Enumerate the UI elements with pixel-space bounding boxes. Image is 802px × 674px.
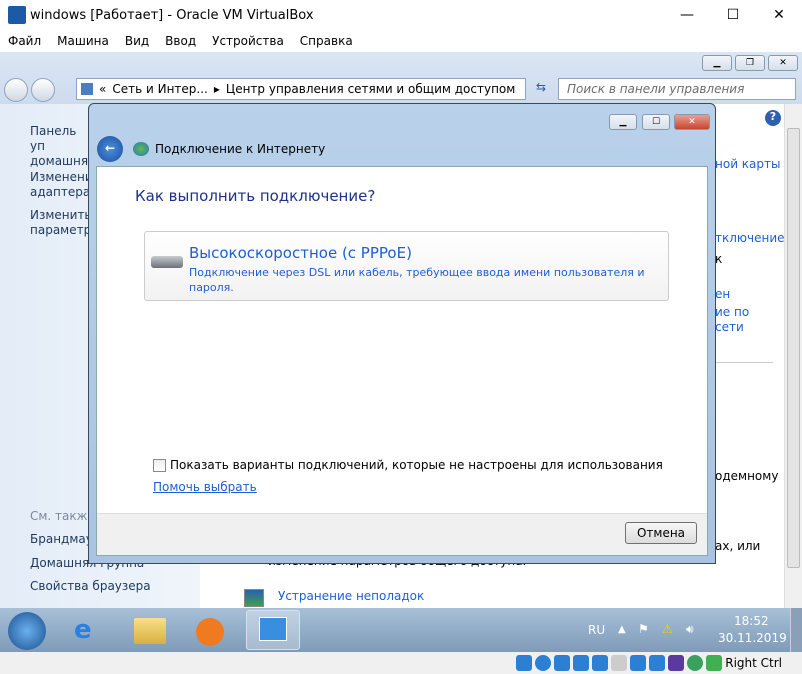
help-icon[interactable]: ? <box>765 110 781 126</box>
volume-icon[interactable]: 🔊︎ <box>686 622 694 637</box>
explorer-toolbar: ▁ ❐ ✕ « Сеть и Интер... ▸ Центр управлени… <box>0 52 802 104</box>
link-fragment[interactable]: ие по <box>715 305 749 319</box>
hard-disk-icon[interactable] <box>516 655 533 671</box>
link-fragment[interactable]: тключение <box>715 231 785 245</box>
guest-additions-icon[interactable] <box>687 655 704 671</box>
ie-icon[interactable]: e <box>74 616 104 644</box>
control-panel-taskbar-button[interactable] <box>246 610 300 650</box>
dialog-maximize-button[interactable]: ☐ <box>642 114 670 130</box>
link-fragment[interactable]: ен <box>715 287 730 301</box>
back-button[interactable] <box>4 78 28 102</box>
vm-screen[interactable]: ▁ ❐ ✕ « Сеть и Интер... ▸ Центр управлени… <box>0 52 802 652</box>
clock-time[interactable]: 18:52 <box>734 614 769 628</box>
link-home[interactable]: Панель уп домашняя <box>30 124 90 169</box>
see-also-label: См. также <box>30 509 95 523</box>
pppoe-option[interactable]: Высокоскоростное (с PPPoE) Подключение ч… <box>144 231 669 301</box>
option-description: Подключение через DSL или кабель, требую… <box>189 266 645 294</box>
link-fragment[interactable]: ной карты <box>715 157 780 171</box>
back-arrow-icon[interactable]: ← <box>97 136 123 162</box>
text-fragment: одемному <box>715 469 779 483</box>
explorer-minimize-button[interactable]: ▁ <box>702 55 732 71</box>
modem-icon <box>151 256 183 268</box>
vtx-icon[interactable] <box>668 655 685 671</box>
dialog-footer: Отмена <box>97 513 707 555</box>
dialog-title: Подключение к Интернету <box>155 142 326 156</box>
control-panel-icon <box>81 83 93 95</box>
start-button[interactable] <box>8 612 46 650</box>
explorer-icon[interactable] <box>134 618 166 644</box>
clock-date[interactable]: 30.11.2019 <box>718 631 787 645</box>
audio-icon[interactable] <box>554 655 571 671</box>
dialog-question: Как выполнить подключение? <box>135 187 376 205</box>
menu-view[interactable]: Вид <box>117 34 157 48</box>
close-button[interactable]: ✕ <box>756 0 802 30</box>
usb-icon[interactable] <box>592 655 609 671</box>
refresh-icon[interactable]: ⇆ <box>530 80 552 100</box>
vbox-menubar: Файл Машина Вид Ввод Устройства Справка <box>0 30 802 52</box>
menu-file[interactable]: Файл <box>0 34 49 48</box>
host-key-label: Right Ctrl <box>725 656 782 670</box>
link-troubleshoot[interactable]: Устранение неполадок <box>278 589 424 603</box>
cancel-button[interactable]: Отмена <box>625 522 697 544</box>
troubleshoot-icon <box>244 589 264 607</box>
breadcrumb-network-center[interactable]: Центр управления сетями и общим доступом <box>226 82 515 96</box>
dialog-close-button[interactable]: ✕ <box>674 114 710 130</box>
search-input[interactable]: Поиск в панели управления <box>558 78 796 100</box>
help-choose-link[interactable]: Помочь выбрать <box>153 480 257 494</box>
explorer-close-button[interactable]: ✕ <box>768 55 798 71</box>
vbox-statusbar: Right Ctrl <box>0 652 802 674</box>
network-center-icon <box>259 617 287 641</box>
vbox-titlebar: windows [Работает] - Oracle VM VirtualBo… <box>0 0 802 30</box>
menu-devices[interactable]: Устройства <box>204 34 292 48</box>
divider <box>715 362 773 363</box>
media-player-icon[interactable] <box>196 618 224 646</box>
show-desktop-button[interactable] <box>790 608 802 652</box>
checkbox-label[interactable]: Показать варианты подключений, которые н… <box>170 458 663 472</box>
link-fragment[interactable]: сети <box>715 320 744 334</box>
menu-input[interactable]: Ввод <box>157 34 204 48</box>
breadcrumb-overflow[interactable]: « <box>99 82 106 96</box>
link-adapter[interactable]: Изменени адаптера <box>30 170 90 200</box>
dialog-minimize-button[interactable]: ▁ <box>609 114 637 130</box>
breadcrumb-network[interactable]: Сеть и Интер... <box>112 82 208 96</box>
link-sharing[interactable]: Изменить параметры <box>30 208 90 238</box>
virtualbox-icon <box>8 6 26 24</box>
network-warning-icon[interactable]: ⚠ <box>662 622 673 636</box>
show-hidden-icons[interactable]: ▲ <box>618 624 626 635</box>
language-indicator[interactable]: RU <box>588 623 605 637</box>
maximize-button[interactable]: ☐ <box>710 0 756 30</box>
action-center-flag-icon[interactable]: ⚑ <box>638 622 649 636</box>
display-icon[interactable] <box>630 655 647 671</box>
link-browser[interactable]: Свойства браузера <box>30 579 151 594</box>
address-bar[interactable]: « Сеть и Интер... ▸ Центр управления сетя… <box>76 78 526 100</box>
scrollbar[interactable] <box>784 104 802 608</box>
menu-help[interactable]: Справка <box>292 34 361 48</box>
shared-folders-icon[interactable] <box>611 655 628 671</box>
optical-drive-icon[interactable] <box>535 655 552 671</box>
menu-machine[interactable]: Машина <box>49 34 117 48</box>
taskbar: e RU ▲ ⚑ ⚠ 🔊︎ 18:52 30.11.2019 <box>0 608 802 652</box>
show-unconfigured-checkbox[interactable] <box>153 459 166 472</box>
scrollbar-thumb[interactable] <box>787 128 800 568</box>
internet-connection-dialog: ▁ ☐ ✕ ← Подключение к Интернету Как выпо… <box>88 103 716 564</box>
text-fragment: к <box>715 252 723 266</box>
minimize-button[interactable]: — <box>664 0 710 30</box>
explorer-restore-button[interactable]: ❐ <box>735 55 765 71</box>
window-title: windows [Работает] - Oracle VM VirtualBo… <box>30 7 314 23</box>
network-icon[interactable] <box>573 655 590 671</box>
forward-button[interactable] <box>31 78 55 102</box>
text-fragment: ах, или <box>715 539 761 553</box>
globe-icon <box>133 142 149 156</box>
mouse-integration-icon[interactable] <box>706 655 723 671</box>
video-capture-icon[interactable] <box>649 655 666 671</box>
option-title: Высокоскоростное (с PPPoE) <box>189 244 412 262</box>
